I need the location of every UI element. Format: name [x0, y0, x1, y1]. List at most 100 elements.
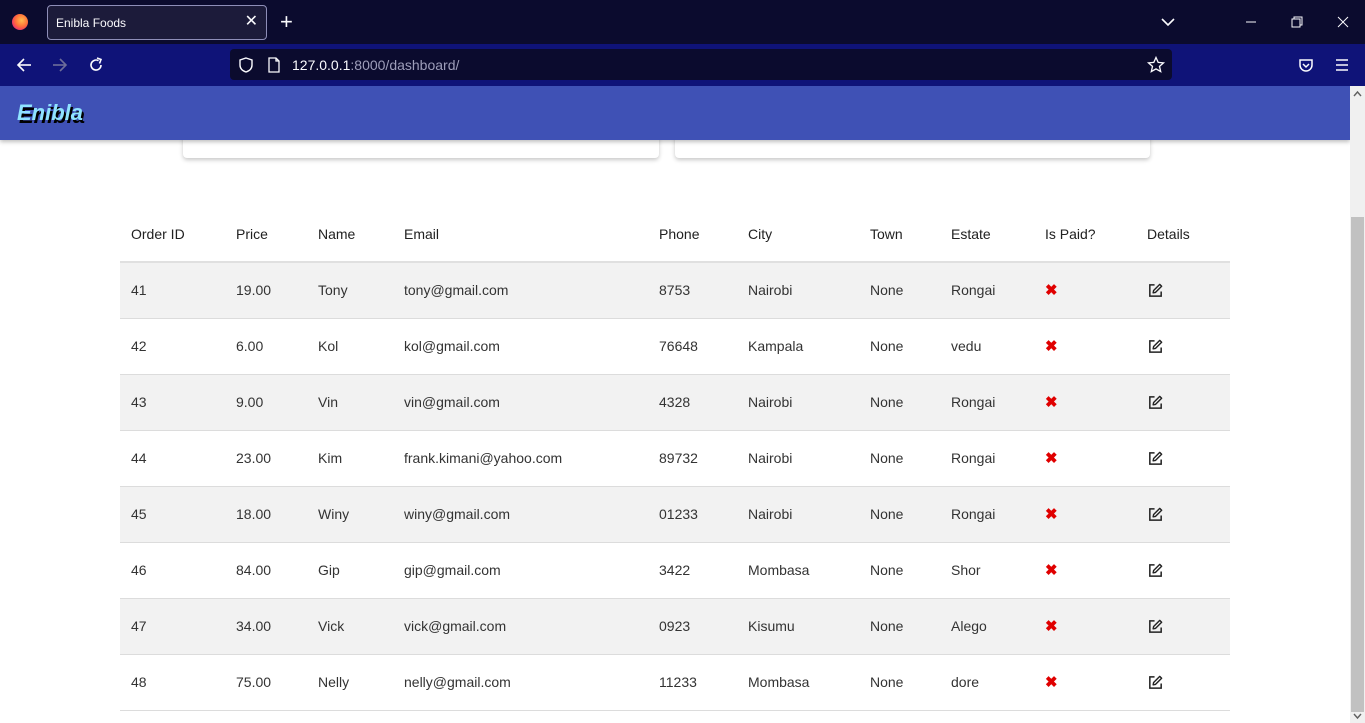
pocket-icon[interactable]	[1296, 55, 1316, 75]
cell-name: Nelly	[307, 654, 393, 711]
bookmark-star-icon[interactable]	[1146, 55, 1166, 75]
cell-name: Tony	[307, 262, 393, 319]
cell-estate: Rongai	[940, 262, 1034, 319]
cell-estate: Shor	[940, 542, 1034, 599]
url-text[interactable]: 127.0.0.1:8000/dashboard/	[292, 57, 459, 75]
unpaid-x-icon: ✖	[1045, 562, 1058, 579]
tab-title: Enibla Foods	[56, 16, 127, 30]
cell-name: Kim	[307, 430, 393, 487]
cell-estate: Rongai	[940, 430, 1034, 487]
minimize-icon[interactable]	[1241, 12, 1261, 32]
edit-icon[interactable]	[1147, 338, 1164, 355]
cell-phone: 4328	[648, 374, 737, 431]
cell-town: None	[859, 430, 940, 487]
header-email[interactable]: Email	[393, 206, 648, 263]
scrollbar-thumb[interactable]	[1351, 217, 1364, 712]
edit-icon[interactable]	[1147, 562, 1164, 579]
cell-details	[1136, 374, 1230, 431]
brand-logo[interactable]: Enibla	[17, 100, 83, 126]
cell-email: winy@gmail.com	[393, 486, 648, 543]
cell-email: vick@gmail.com	[393, 598, 648, 655]
header-details[interactable]: Details	[1136, 206, 1230, 263]
tab-close-icon[interactable]: ✕	[245, 13, 258, 31]
edit-icon[interactable]	[1147, 618, 1164, 635]
forward-arrow-icon[interactable]	[50, 55, 70, 75]
cell-is-paid: ✖	[1034, 654, 1136, 711]
header-phone[interactable]: Phone	[648, 206, 737, 263]
unpaid-x-icon: ✖	[1045, 506, 1058, 523]
cell-details	[1136, 318, 1230, 375]
edit-icon[interactable]	[1147, 506, 1164, 523]
unpaid-x-icon: ✖	[1045, 450, 1058, 467]
scroll-down-arrow-icon[interactable]	[1350, 709, 1365, 723]
table-row[interactable]: 44 23.00 Kim frank.kimani@yahoo.com 89732 Nai…	[120, 430, 1230, 487]
header-is-paid[interactable]: Is Paid?	[1034, 206, 1136, 263]
header-town[interactable]: Town	[859, 206, 940, 263]
unpaid-x-icon: ✖	[1045, 338, 1058, 355]
table-row[interactable]: 48 75.00 Nelly nelly@gmail.com 11233 Mombasa N…	[120, 654, 1230, 711]
reload-icon[interactable]	[86, 55, 106, 75]
edit-icon[interactable]	[1147, 674, 1164, 691]
header-price[interactable]: Price	[225, 206, 307, 263]
cell-name: Vick	[307, 598, 393, 655]
chevron-down-icon[interactable]	[1158, 12, 1178, 32]
table-row[interactable]: 45 18.00 Winy winy@gmail.com 01233 Nairobi Non…	[120, 486, 1230, 543]
cell-price: 6.00	[225, 318, 307, 375]
table-row[interactable]: 47 34.00 Vick vick@gmail.com 0923 Kisumu None A…	[120, 598, 1230, 655]
cell-order-id: 47	[120, 598, 225, 655]
table-row[interactable]: 41 19.00 Tony tony@gmail.com 8753 Nairobi None…	[120, 262, 1230, 319]
table-row[interactable]: 46 84.00 Gip gip@gmail.com 3422 Mombasa None Sh…	[120, 542, 1230, 599]
cell-town: None	[859, 598, 940, 655]
cell-details	[1136, 262, 1230, 319]
address-bar[interactable]: 127.0.0.1:8000/dashboard/	[230, 49, 1172, 80]
shield-icon[interactable]	[236, 55, 256, 75]
edit-icon[interactable]	[1147, 450, 1164, 467]
cell-price: 34.00	[225, 598, 307, 655]
cell-estate: dore	[940, 654, 1034, 711]
cell-price: 18.00	[225, 486, 307, 543]
new-tab-button[interactable]: +	[280, 10, 293, 34]
cell-email: kol@gmail.com	[393, 318, 648, 375]
cell-price: 23.00	[225, 430, 307, 487]
browser-tab[interactable]: Enibla Foods ✕	[47, 5, 267, 40]
cell-price: 75.00	[225, 654, 307, 711]
cell-city: Kisumu	[737, 598, 859, 655]
table-row[interactable]: 42 6.00 Kol kol@gmail.com 76648 Kampala None ve…	[120, 318, 1230, 375]
cell-price: 19.00	[225, 262, 307, 319]
cell-phone: 89732	[648, 430, 737, 487]
cell-is-paid: ✖	[1034, 542, 1136, 599]
firefox-logo-icon	[12, 14, 28, 30]
header-order-id[interactable]: Order ID	[120, 206, 225, 263]
cell-email: tony@gmail.com	[393, 262, 648, 319]
edit-icon[interactable]	[1147, 394, 1164, 411]
cell-estate: vedu	[940, 318, 1034, 375]
table-row[interactable]: 43 9.00 Vin vin@gmail.com 4328 Nairobi None Ron…	[120, 374, 1230, 431]
cell-is-paid: ✖	[1034, 262, 1136, 319]
cell-town: None	[859, 318, 940, 375]
page-icon[interactable]	[265, 55, 283, 75]
cell-phone: 3422	[648, 542, 737, 599]
cell-city: Kampala	[737, 318, 859, 375]
back-arrow-icon[interactable]	[14, 55, 34, 75]
header-estate[interactable]: Estate	[940, 206, 1034, 263]
header-name[interactable]: Name	[307, 206, 393, 263]
orders-table: Order ID Price Name Email Phone City Tow…	[120, 206, 1230, 711]
cell-order-id: 44	[120, 430, 225, 487]
cell-estate: Rongai	[940, 374, 1034, 431]
cell-estate: Rongai	[940, 486, 1034, 543]
menu-icon[interactable]	[1332, 55, 1352, 75]
cell-is-paid: ✖	[1034, 430, 1136, 487]
scroll-up-arrow-icon[interactable]	[1350, 87, 1365, 101]
cell-price: 84.00	[225, 542, 307, 599]
restore-icon[interactable]	[1287, 12, 1307, 32]
cell-details	[1136, 542, 1230, 599]
header-city[interactable]: City	[737, 206, 859, 263]
cell-email: vin@gmail.com	[393, 374, 648, 431]
close-window-icon[interactable]	[1333, 12, 1353, 32]
cell-town: None	[859, 262, 940, 319]
edit-icon[interactable]	[1147, 282, 1164, 299]
page-viewport: Enibla Order ID Price Name Email Phone C…	[0, 86, 1350, 723]
cell-phone: 76648	[648, 318, 737, 375]
cell-order-id: 48	[120, 654, 225, 711]
app-header: Enibla	[0, 86, 1350, 140]
